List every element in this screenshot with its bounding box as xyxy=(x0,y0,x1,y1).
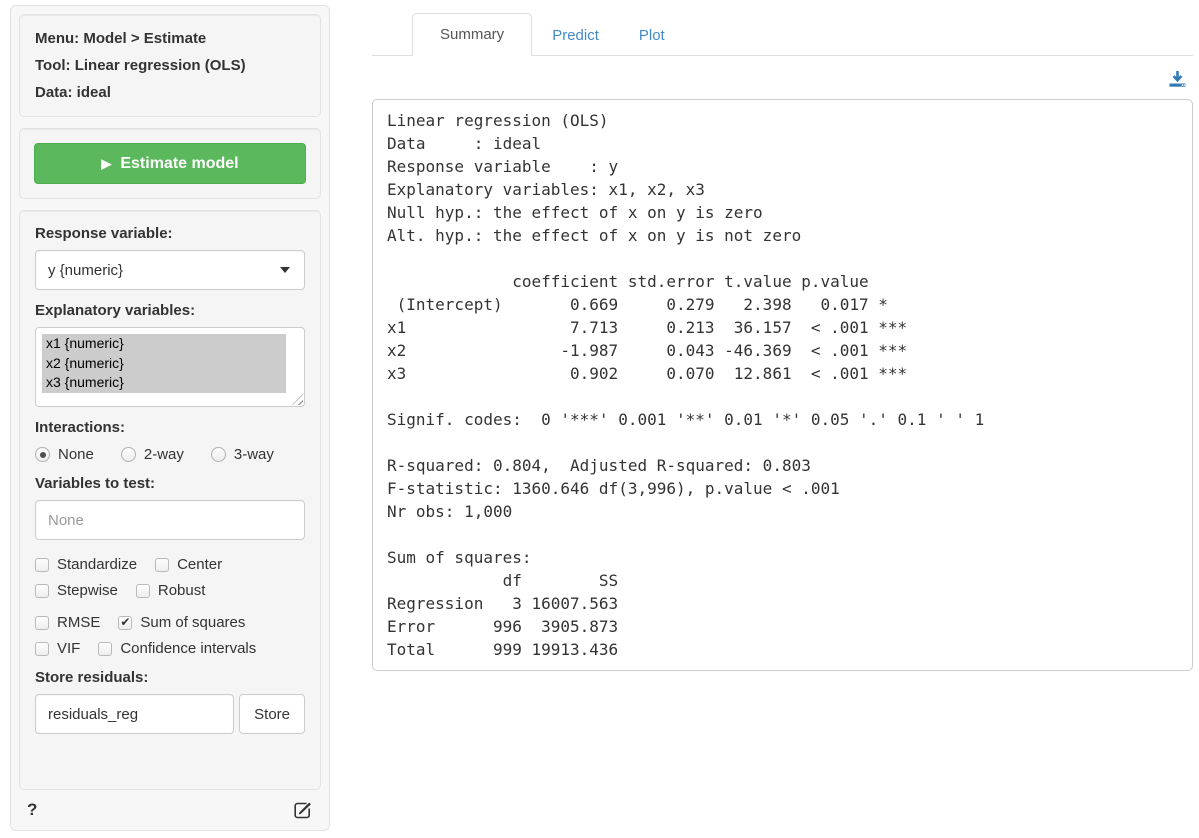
radio-icon xyxy=(211,447,226,462)
estimate-model-label: Estimate model xyxy=(120,155,238,173)
radio-icon xyxy=(35,447,50,462)
interactions-radio-group: None 2-way 3-way xyxy=(35,446,305,463)
vif-option: ✔ VIF xyxy=(35,640,80,657)
stepwise-option: ✔ Stepwise xyxy=(35,582,118,599)
model-form-panel: Response variable: y {numeric} Explanato… xyxy=(19,210,321,790)
variables-to-test-input[interactable] xyxy=(35,500,305,540)
tab-summary-label[interactable]: Summary xyxy=(412,13,532,56)
sum-of-squares-option: ✔ Sum of squares xyxy=(118,614,245,631)
explanatory-variables-select[interactable]: x1 {numeric} x2 {numeric} x3 {numeric} xyxy=(35,327,305,407)
robust-checkbox[interactable]: ✔ xyxy=(136,584,150,598)
sidebar-footer: ? xyxy=(19,790,321,822)
vif-label: VIF xyxy=(57,640,80,657)
robust-label: Robust xyxy=(158,582,206,599)
radio-icon xyxy=(121,447,136,462)
center-label: Center xyxy=(177,556,222,573)
options-checkboxes: ✔ Standardize ✔ Center ✔ Stepwise ✔ xyxy=(35,556,305,657)
vif-checkbox[interactable]: ✔ xyxy=(35,642,49,656)
sum-of-squares-checkbox[interactable]: ✔ xyxy=(118,616,132,630)
standardize-option: ✔ Standardize xyxy=(35,556,137,573)
summary-text: Linear regression (OLS) Data : ideal Res… xyxy=(387,109,1178,661)
response-variable-label: Response variable: xyxy=(35,225,305,242)
radio-2way[interactable]: 2-way xyxy=(121,446,184,463)
radio-none[interactable]: None xyxy=(35,446,94,463)
sum-of-squares-label: Sum of squares xyxy=(140,614,245,631)
help-icon[interactable]: ? xyxy=(27,800,37,820)
variables-to-test-label: Variables to test: xyxy=(35,475,305,492)
response-variable-value: y {numeric} xyxy=(48,262,123,279)
explanatory-variables-label: Explanatory variables: xyxy=(35,302,305,319)
radiant-app: Menu: Model > Estimate Tool: Linear regr… xyxy=(0,0,1199,838)
resize-handle[interactable] xyxy=(292,394,303,405)
checkbox-row: ✔ RMSE ✔ Sum of squares xyxy=(35,614,305,631)
option-x2[interactable]: x2 {numeric} xyxy=(42,354,286,374)
store-residuals-row: Store xyxy=(35,694,305,734)
tab-bar: Summary Predict Plot xyxy=(372,5,1193,56)
regression-summary-output: Linear regression (OLS) Data : ideal Res… xyxy=(372,99,1193,671)
center-checkbox[interactable]: ✔ xyxy=(155,558,169,572)
standardize-checkbox[interactable]: ✔ xyxy=(35,558,49,572)
robust-option: ✔ Robust xyxy=(136,582,206,599)
rmse-option: ✔ RMSE xyxy=(35,614,100,631)
edit-icon[interactable] xyxy=(293,800,313,820)
radio-3way[interactable]: 3-way xyxy=(211,446,274,463)
center-option: ✔ Center xyxy=(155,556,222,573)
confidence-intervals-option: ✔ Confidence intervals xyxy=(98,640,256,657)
dataset-name: Data: ideal xyxy=(35,84,305,101)
tab-predict[interactable]: Predict xyxy=(532,15,619,56)
estimate-model-button[interactable]: ▶ Estimate model xyxy=(34,143,306,184)
rmse-checkbox[interactable]: ✔ xyxy=(35,616,49,630)
stepwise-label: Stepwise xyxy=(57,582,118,599)
interactions-label: Interactions: xyxy=(35,419,305,436)
tool-name: Tool: Linear regression (OLS) xyxy=(35,57,305,74)
play-icon: ▶ xyxy=(101,157,111,170)
main-panel: Summary Predict Plot Linear regression (… xyxy=(372,5,1193,671)
tab-predict-label[interactable]: Predict xyxy=(532,15,619,56)
estimate-panel: ▶ Estimate model xyxy=(19,128,321,199)
checkbox-row: ✔ VIF ✔ Confidence intervals xyxy=(35,640,305,657)
option-x1[interactable]: x1 {numeric} xyxy=(42,334,286,354)
store-button[interactable]: Store xyxy=(239,694,305,734)
model-info-panel: Menu: Model > Estimate Tool: Linear regr… xyxy=(19,14,321,117)
report-toolbar xyxy=(372,56,1193,90)
menu-breadcrumb: Menu: Model > Estimate xyxy=(35,30,305,47)
tab-summary[interactable]: Summary xyxy=(412,13,532,56)
confidence-intervals-label: Confidence intervals xyxy=(120,640,256,657)
store-residuals-input[interactable] xyxy=(35,694,234,734)
download-icon[interactable] xyxy=(1168,70,1187,88)
radio-3way-label: 3-way xyxy=(234,446,274,463)
checkbox-row: ✔ Standardize ✔ Center xyxy=(35,556,305,573)
confidence-intervals-checkbox[interactable]: ✔ xyxy=(98,642,112,656)
radio-2way-label: 2-way xyxy=(144,446,184,463)
option-x3[interactable]: x3 {numeric} xyxy=(42,373,286,393)
sidebar: Menu: Model > Estimate Tool: Linear regr… xyxy=(10,5,330,831)
stepwise-checkbox[interactable]: ✔ xyxy=(35,584,49,598)
tab-plot[interactable]: Plot xyxy=(619,15,685,56)
rmse-label: RMSE xyxy=(57,614,100,631)
checkbox-row: ✔ Stepwise ✔ Robust xyxy=(35,582,305,599)
chevron-down-icon xyxy=(280,267,290,273)
standardize-label: Standardize xyxy=(57,556,137,573)
tab-plot-label[interactable]: Plot xyxy=(619,15,685,56)
response-variable-select[interactable]: y {numeric} xyxy=(35,250,305,290)
store-residuals-label: Store residuals: xyxy=(35,669,305,686)
radio-none-label: None xyxy=(58,446,94,463)
